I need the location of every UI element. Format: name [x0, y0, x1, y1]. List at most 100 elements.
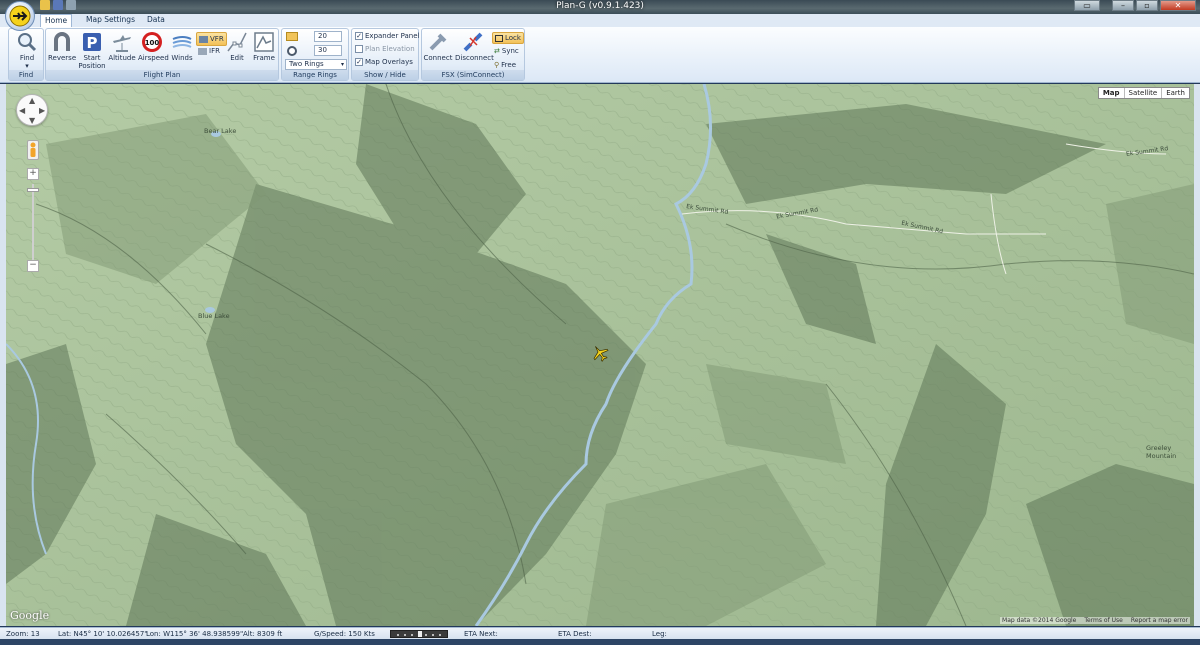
zoom-slider-track[interactable]	[32, 184, 34, 268]
magnifier-icon	[18, 33, 37, 52]
vfr-toggle[interactable]: VFR	[196, 32, 227, 46]
lock-button[interactable]: Lock	[492, 32, 524, 44]
disconnect-label: Disconnect	[455, 54, 494, 62]
edit-label: Edit	[230, 54, 244, 62]
label-bear-lake: Bear Lake	[204, 127, 237, 135]
minimize-button[interactable]: –	[1112, 0, 1134, 11]
map-type-switcher: Map Satellite Earth	[1097, 87, 1190, 99]
plane-logo-icon	[9, 5, 31, 27]
airspeed-button[interactable]: 100 Airspeed	[138, 31, 169, 62]
title-bar: Plan-G (v0.9.1.423) ▭ – ▫ ✕	[0, 0, 1200, 14]
status-eta-dest: ETA Dest:	[558, 630, 592, 638]
ifr-label: IFR	[209, 47, 220, 55]
tab-data[interactable]: Data	[143, 14, 169, 27]
range-rings-select[interactable]: Two Rings	[285, 59, 347, 70]
close-button[interactable]: ✕	[1160, 0, 1196, 11]
check-icon: ✓	[355, 32, 363, 40]
map-attribution: Map data ©2014 Google Terms of Use Repor…	[1000, 617, 1190, 624]
plan-elevation-checkbox[interactable]: Plan Elevation	[355, 44, 415, 54]
expander-panel-checkbox[interactable]: ✓ Expander Panel	[355, 31, 419, 41]
tab-home[interactable]: Home	[40, 14, 73, 27]
window-title: Plan-G (v0.9.1.423)	[556, 1, 644, 11]
u-turn-icon	[54, 32, 70, 51]
check-icon: ✓	[355, 58, 363, 66]
group-range-rings: 20 30 Two Rings Range Rings	[281, 28, 349, 81]
group-fsx: Connect Disconnect Lock ⇄ Sync ⚲ Free FS…	[421, 28, 525, 81]
arrow-right-icon[interactable]: ▶	[39, 106, 45, 115]
airspeed-label: Airspeed	[138, 54, 169, 62]
tab-map-settings[interactable]: Map Settings	[82, 14, 139, 27]
arrow-up-icon[interactable]: ▲	[29, 96, 35, 105]
status-longitude: Lon: W115° 36' 48.938599"	[146, 630, 244, 638]
sim-rate-knob[interactable]	[418, 631, 422, 637]
disconnect-button[interactable]: Disconnect	[455, 31, 494, 62]
group-label-show-hide: Show / Hide	[352, 70, 418, 80]
group-find: Find ▾ Find	[8, 28, 44, 81]
chevron-down-icon: ▾	[25, 62, 29, 70]
label-greeley: Greeley Mountain	[1146, 444, 1177, 460]
map-type-earth[interactable]: Earth	[1161, 88, 1189, 98]
range-ring-2-input[interactable]: 30	[314, 45, 342, 56]
map-type-map[interactable]: Map	[1099, 88, 1124, 98]
status-altitude: Alt: 8309 ft	[243, 630, 283, 638]
pegman-street-view[interactable]	[27, 140, 39, 160]
wind-icon	[172, 36, 192, 48]
find-button[interactable]: Find ▾	[12, 31, 42, 70]
ifr-toggle[interactable]: IFR	[198, 46, 220, 56]
status-ground-speed: G/Speed: 150 Kts	[314, 630, 375, 638]
google-logo: Google	[10, 609, 50, 622]
status-bar: Zoom: 13 Lat: N45° 10' 10.026457" Lon: W…	[0, 627, 1200, 639]
altitude-label: Altitude	[108, 54, 136, 62]
group-label-find: Find	[9, 70, 43, 80]
zoom-slider-knob[interactable]	[27, 188, 39, 192]
pan-control[interactable]: ▲ ▼ ◀ ▶	[16, 94, 48, 126]
map-type-satellite[interactable]: Satellite	[1123, 88, 1162, 98]
group-label-fsx: FSX (SimConnect)	[422, 70, 524, 80]
ribbon-tabs: Home Map Settings Data	[0, 14, 1200, 27]
map-view[interactable]: Map Satellite Earth ▲ ▼ ◀ ▶ + − Bear Lak…	[6, 84, 1194, 626]
unchecked-box-icon	[355, 45, 363, 53]
attribution-text: Map data ©2014 Google	[1002, 617, 1077, 624]
start-position-label-1: Start	[83, 54, 101, 62]
zoom-in-button[interactable]: +	[27, 168, 39, 180]
vertical-scrollbar[interactable]	[1194, 84, 1200, 626]
zoom-out-button[interactable]: −	[27, 260, 39, 272]
reverse-button[interactable]: Reverse	[48, 31, 76, 62]
free-pin-icon: ⚲	[494, 61, 500, 69]
svg-text:P: P	[87, 34, 98, 52]
map-overlays-checkbox[interactable]: ✓ Map Overlays	[355, 57, 413, 67]
sim-rate-slider[interactable]	[390, 630, 448, 638]
winds-button[interactable]: Winds	[168, 31, 196, 62]
free-label: Free	[501, 61, 516, 69]
find-label: Find	[19, 54, 35, 62]
edit-route-icon	[227, 32, 247, 52]
group-label-flight-plan: Flight Plan	[46, 70, 278, 80]
label-blue-lake: Blue Lake	[198, 312, 230, 320]
terms-link[interactable]: Terms of Use	[1084, 617, 1122, 624]
free-button[interactable]: ⚲ Free	[494, 60, 516, 70]
frame-button[interactable]: Frame	[251, 31, 277, 62]
altitude-plane-icon	[113, 35, 131, 52]
status-eta-next: ETA Next:	[464, 630, 498, 638]
ribbon: Find ▾ Find Reverse P Start Position Alt…	[0, 27, 1200, 83]
arrow-left-icon[interactable]: ◀	[19, 106, 25, 115]
connect-plug-icon	[429, 33, 447, 51]
edit-button[interactable]: Edit	[224, 31, 250, 62]
window-controls: ▭ – ▫ ✕	[1074, 0, 1196, 11]
report-error-link[interactable]: Report a map error	[1131, 617, 1188, 624]
start-position-button[interactable]: P Start Position	[78, 31, 106, 70]
maximize-button[interactable]: ▫	[1136, 0, 1158, 11]
start-position-label-2: Position	[78, 62, 106, 70]
frame-icon	[254, 32, 274, 52]
group-flight-plan: Reverse P Start Position Altitude 100 Ai…	[45, 28, 279, 81]
application-menu-button[interactable]	[5, 1, 35, 31]
altitude-button[interactable]: Altitude	[108, 31, 136, 62]
parking-icon: P	[83, 33, 101, 52]
lock-icon	[495, 34, 503, 42]
aircraft-icon[interactable]	[591, 344, 609, 362]
sync-button[interactable]: ⇄ Sync	[494, 46, 519, 56]
help-button[interactable]: ▭	[1074, 0, 1100, 11]
range-ring-1-input[interactable]: 20	[314, 31, 342, 42]
connect-button[interactable]: Connect	[423, 31, 453, 62]
arrow-down-icon[interactable]: ▼	[29, 116, 35, 125]
